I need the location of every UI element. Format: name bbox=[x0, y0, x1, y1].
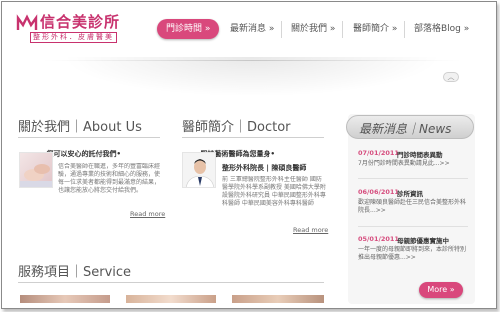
about-body-text: 信合美醫師在職進，多年的豐富臨床經驗，通過專業的技術和細心的服務，使每一位求美者… bbox=[58, 163, 161, 194]
news-more-button[interactable]: More » bbox=[419, 282, 463, 298]
nav-item-clinic-hours[interactable]: 門診時間 » bbox=[157, 19, 220, 39]
news-item-date: 06/06/2011 bbox=[358, 188, 399, 196]
page-frame: 信合美診所 整形外科．皮膚醫美 門診時間 » 最新消息 » 關於我們 » 醫師簡… bbox=[1, 1, 497, 309]
hands-image-icon bbox=[20, 164, 52, 187]
doctor-role: 整形外科院長 | 陳碩良醫師 bbox=[222, 164, 307, 172]
about-section-title: 關於我們｜About Us bbox=[18, 120, 142, 135]
header-shadow bbox=[62, 57, 442, 97]
news-item-desc[interactable]: 歡迎陳碩良醫師赴任三民信合美整形外科院長...>> bbox=[358, 199, 468, 215]
doctor-read-more-link[interactable]: Read more bbox=[293, 226, 328, 234]
chevron-up-icon: ︿ bbox=[447, 73, 455, 81]
service-image[interactable] bbox=[232, 295, 324, 303]
news-divider bbox=[358, 178, 468, 179]
logo-mark-icon bbox=[16, 14, 38, 30]
service-title-rule bbox=[18, 282, 324, 283]
news-header: 最新消息｜News bbox=[346, 115, 474, 139]
nav-divider bbox=[404, 21, 405, 38]
news-item-date: 07/01/2011 bbox=[358, 149, 399, 157]
about-read-more-link[interactable]: Read more bbox=[130, 210, 165, 218]
doctor-section-title: 醫師簡介｜Doctor bbox=[182, 120, 291, 135]
clinic-logo[interactable]: 信合美診所 整形外科．皮膚醫美 bbox=[16, 10, 134, 44]
about-title-rule bbox=[18, 137, 160, 138]
nav-divider bbox=[281, 21, 282, 38]
news-item-date: 05/01/2011 bbox=[358, 235, 399, 243]
nav-item-latest-news[interactable]: 最新消息 » bbox=[230, 19, 274, 39]
news-item-title[interactable]: 母親節優惠實施中 bbox=[397, 235, 449, 245]
doctor-portrait-icon bbox=[186, 159, 214, 187]
about-headline: •您可以安心的託付我們• bbox=[42, 150, 121, 158]
header-divider bbox=[42, 60, 462, 61]
nav-item-blog[interactable]: 部落格Blog » bbox=[414, 19, 469, 39]
nav-divider bbox=[342, 21, 343, 38]
service-image[interactable] bbox=[20, 295, 110, 303]
scroll-up-button[interactable]: ︿ bbox=[443, 72, 459, 82]
about-thumbnail[interactable] bbox=[19, 152, 53, 188]
nav-item-about-us[interactable]: 關於我們 » bbox=[291, 19, 335, 39]
service-image[interactable] bbox=[126, 295, 216, 303]
news-item-desc[interactable]: 一年一度的母親節即將到來，本診所特別推出母親節優惠...>> bbox=[358, 246, 468, 262]
news-item-title[interactable]: 診所資訊 bbox=[397, 188, 423, 198]
news-item-desc[interactable]: 7月份門診時間表異動請見此...>> bbox=[358, 160, 468, 168]
nav-item-doctors[interactable]: 醫師簡介 » bbox=[353, 19, 397, 39]
doctor-body-text: 前 三軍總醫院整形外科主任醫師 國防醫學院外科學系副教授 美國哈佛大學附設醫院外… bbox=[222, 176, 326, 207]
news-item-title[interactable]: 門診時間表異動 bbox=[397, 149, 443, 159]
service-section-title: 服務項目｜Service bbox=[18, 265, 132, 280]
news-section-title: 最新消息｜News bbox=[359, 122, 452, 136]
news-divider bbox=[358, 226, 468, 227]
logo-title: 信合美診所 bbox=[40, 13, 121, 31]
doctor-title-rule bbox=[182, 137, 324, 138]
doctor-photo[interactable] bbox=[182, 152, 216, 188]
logo-subtitle: 整形外科．皮膚醫美 bbox=[30, 32, 117, 43]
